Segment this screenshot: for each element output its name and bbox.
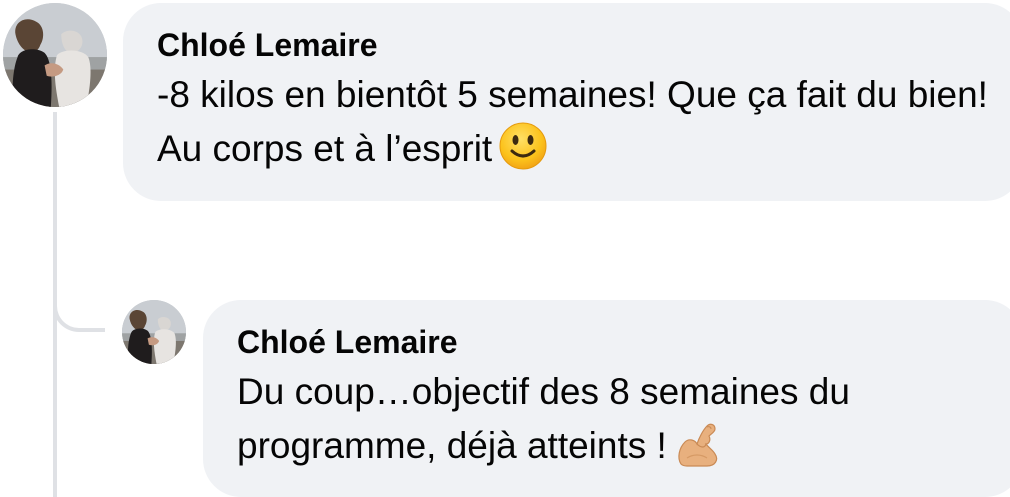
comment-text-content: -8 kilos en bientôt 5 semaines! Que ça f… <box>157 74 988 169</box>
slightly-smiling-face-icon <box>498 121 548 171</box>
reply-text-content: Du coup…objectif des 8 semaines du progr… <box>237 371 850 466</box>
profile-photo-icon <box>122 300 186 364</box>
comment-thread: Chloé Lemaire -8 kilos en bientôt 5 sema… <box>0 0 1010 497</box>
profile-photo-icon <box>3 3 107 107</box>
reply-avatar[interactable] <box>122 300 186 364</box>
reply-author-name[interactable]: Chloé Lemaire <box>237 322 989 362</box>
reply-bubble: Chloé Lemaire Du coup…objectif des 8 sem… <box>203 300 1010 497</box>
comment-bubble: Chloé Lemaire -8 kilos en bientôt 5 sema… <box>123 3 1010 201</box>
comment-text: -8 kilos en bientôt 5 semaines! Que ça f… <box>157 69 989 175</box>
reply-connector-line <box>53 250 105 332</box>
comment-author-name[interactable]: Chloé Lemaire <box>157 25 989 65</box>
avatar[interactable] <box>3 3 107 107</box>
reply-text: Du coup…objectif des 8 semaines du progr… <box>237 366 989 472</box>
flexed-biceps-icon <box>673 418 723 468</box>
